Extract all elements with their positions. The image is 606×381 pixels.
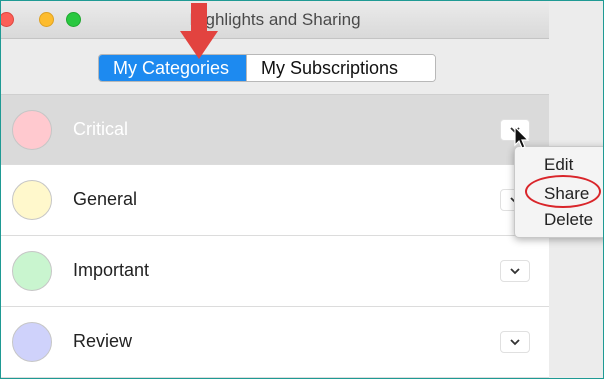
view-segmented-control: My Categories My Subscriptions (98, 54, 436, 82)
color-swatch (12, 251, 52, 291)
chevron-down-icon (510, 339, 520, 346)
chevron-down-icon (510, 268, 520, 275)
category-row-general[interactable]: General (1, 165, 549, 236)
color-swatch (12, 322, 52, 362)
mouse-pointer-icon (514, 126, 530, 149)
tab-my-categories[interactable]: My Categories (99, 55, 246, 81)
category-menu-button[interactable] (500, 260, 530, 282)
red-circle-annotation (525, 175, 601, 208)
menu-item-delete[interactable]: Delete (544, 210, 593, 230)
category-menu-button[interactable] (500, 331, 530, 353)
color-swatch (12, 180, 52, 220)
app-window: Highlights and Sharing My Categories My … (1, 1, 549, 378)
menu-item-edit[interactable]: Edit (544, 155, 573, 175)
category-list: Critical General Important Review (1, 95, 549, 378)
title-bar: Highlights and Sharing (1, 1, 549, 39)
category-label: Critical (73, 119, 129, 139)
category-row-review[interactable]: Review (1, 307, 549, 378)
category-row-critical[interactable]: Critical (1, 95, 549, 165)
toolbar: My Categories My Subscriptions (1, 39, 549, 95)
color-swatch (12, 110, 52, 150)
category-label: Review (73, 331, 133, 351)
category-label: General (73, 189, 138, 209)
window-title: Highlights and Sharing (189, 10, 361, 29)
category-label: Important (73, 260, 150, 280)
red-arrow-annotation (180, 3, 218, 59)
screenshot-frame: Highlights and Sharing My Categories My … (0, 0, 604, 379)
category-row-important[interactable]: Important (1, 236, 549, 307)
tab-my-subscriptions[interactable]: My Subscriptions (246, 55, 435, 81)
